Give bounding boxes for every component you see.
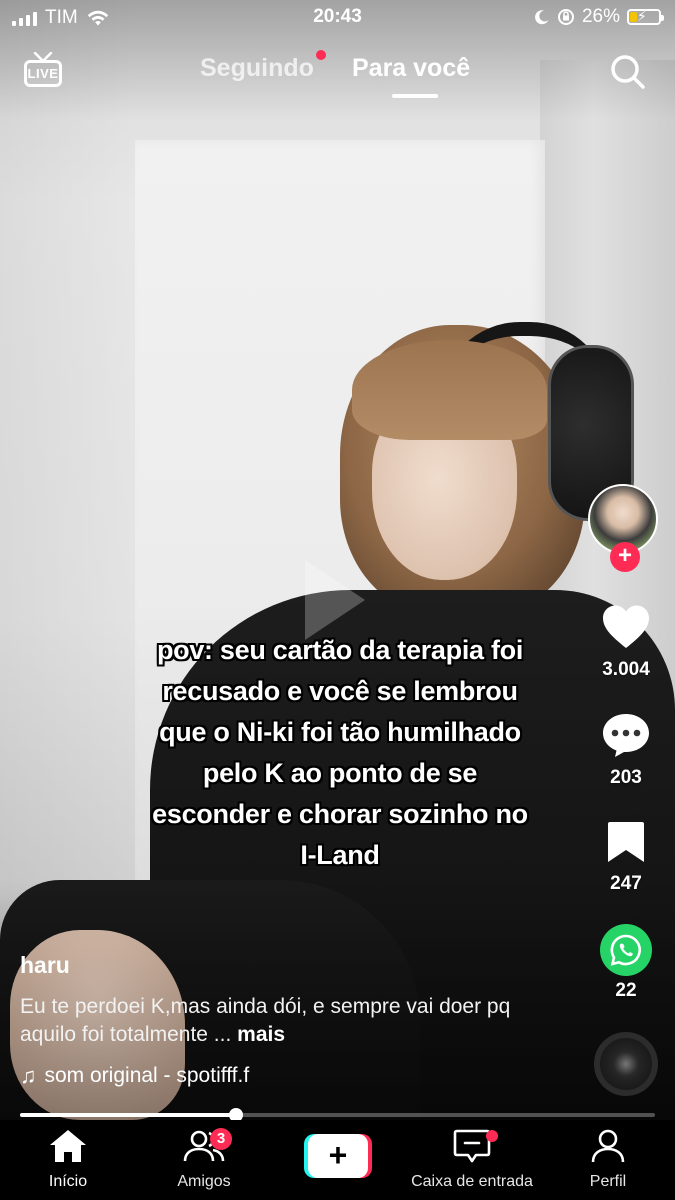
moon-icon	[535, 10, 549, 25]
follow-button[interactable]: +	[610, 542, 640, 572]
tab-friends-label: Amigos	[177, 1173, 231, 1190]
battery-percent: 26%	[581, 6, 620, 27]
video-caption: pov: seu cartão da terapia foi recusado …	[60, 630, 620, 876]
plus-icon: +	[308, 1134, 368, 1178]
caption-line: recusado e você se lembrou	[162, 676, 518, 706]
share-count: 22	[615, 980, 637, 1001]
tab-profile-label: Perfil	[589, 1173, 627, 1190]
bottom-tab-bar: Início 3 Amigos + Caixa de entrada Perfi…	[0, 1120, 675, 1200]
whatsapp-icon	[600, 924, 652, 976]
caption-line: que o Ni-ki foi tão humilhado	[159, 717, 521, 747]
like-count: 3.004	[602, 659, 650, 680]
home-icon	[50, 1130, 86, 1162]
status-bar: TIM 20:43 26% ⚡	[0, 0, 675, 36]
live-button[interactable]: LIVE	[24, 52, 66, 88]
sound-disc-button[interactable]	[594, 1032, 658, 1096]
see-more-link[interactable]: mais	[237, 1023, 285, 1046]
creator-username[interactable]: haru	[20, 952, 580, 979]
whatsapp-glyph-icon	[610, 934, 641, 966]
video-subject-bangs	[352, 340, 547, 440]
music-note-icon: ♫	[20, 1063, 37, 1088]
tab-for-you[interactable]: Para você	[352, 54, 470, 83]
active-tab-indicator	[392, 94, 438, 98]
tab-home-label: Início	[48, 1173, 88, 1190]
tab-following[interactable]: Seguindo	[200, 54, 314, 83]
like-button[interactable]: 3.004	[586, 604, 666, 681]
post-info: haru Eu te perdoei K,mas ainda dói, e se…	[20, 952, 580, 1089]
battery-icon: ⚡	[627, 8, 664, 25]
search-icon	[611, 55, 645, 89]
caption-line: pelo K ao ponto de se	[202, 758, 478, 788]
share-button[interactable]: 22	[586, 924, 666, 1002]
progress-fill	[20, 1113, 236, 1117]
save-count: 247	[610, 873, 642, 894]
following-notification-dot	[316, 50, 326, 60]
tab-inbox-label: Caixa de entrada	[411, 1173, 533, 1190]
sound-name: som original - spotifff.f	[44, 1064, 250, 1087]
bookmark-icon	[608, 822, 644, 862]
video-progress-bar[interactable]	[20, 1108, 655, 1122]
status-right: 26% ⚡	[534, 6, 664, 28]
comment-count: 203	[610, 767, 642, 788]
tab-profile[interactable]: Perfil	[578, 1128, 638, 1191]
profile-icon	[591, 1129, 625, 1163]
post-description[interactable]: Eu te perdoei K,mas ainda dói, e sempre …	[20, 993, 550, 1049]
caption-line: pov: seu cartão da terapia foi	[156, 635, 524, 665]
create-button[interactable]: +	[304, 1134, 372, 1178]
save-button[interactable]: 247	[586, 820, 666, 895]
live-tv-icon: LIVE	[24, 60, 62, 87]
caption-line: I-Land	[300, 840, 380, 870]
caption-line: esconder e chorar sozinho no	[152, 799, 528, 829]
orientation-lock-icon	[557, 9, 574, 25]
search-button[interactable]	[608, 52, 648, 92]
creator-avatar-button[interactable]: +	[588, 484, 662, 574]
tab-inbox[interactable]: Caixa de entrada	[400, 1128, 544, 1191]
charging-bolt-icon: ⚡	[637, 8, 647, 24]
comment-icon	[603, 714, 649, 757]
sound-cover-art	[614, 1052, 638, 1076]
inbox-notification-dot	[486, 1130, 498, 1142]
tab-home[interactable]: Início	[40, 1128, 96, 1191]
heart-icon	[603, 605, 649, 648]
sound-link[interactable]: ♫ som original - spotifff.f	[20, 1063, 580, 1089]
feed-header: LIVE Seguindo Para você	[0, 44, 675, 104]
friends-badge: 3	[210, 1128, 232, 1150]
play-hint-icon	[305, 560, 365, 640]
tab-friends[interactable]: 3 Amigos	[166, 1128, 242, 1191]
comment-button[interactable]: 203	[586, 712, 666, 789]
